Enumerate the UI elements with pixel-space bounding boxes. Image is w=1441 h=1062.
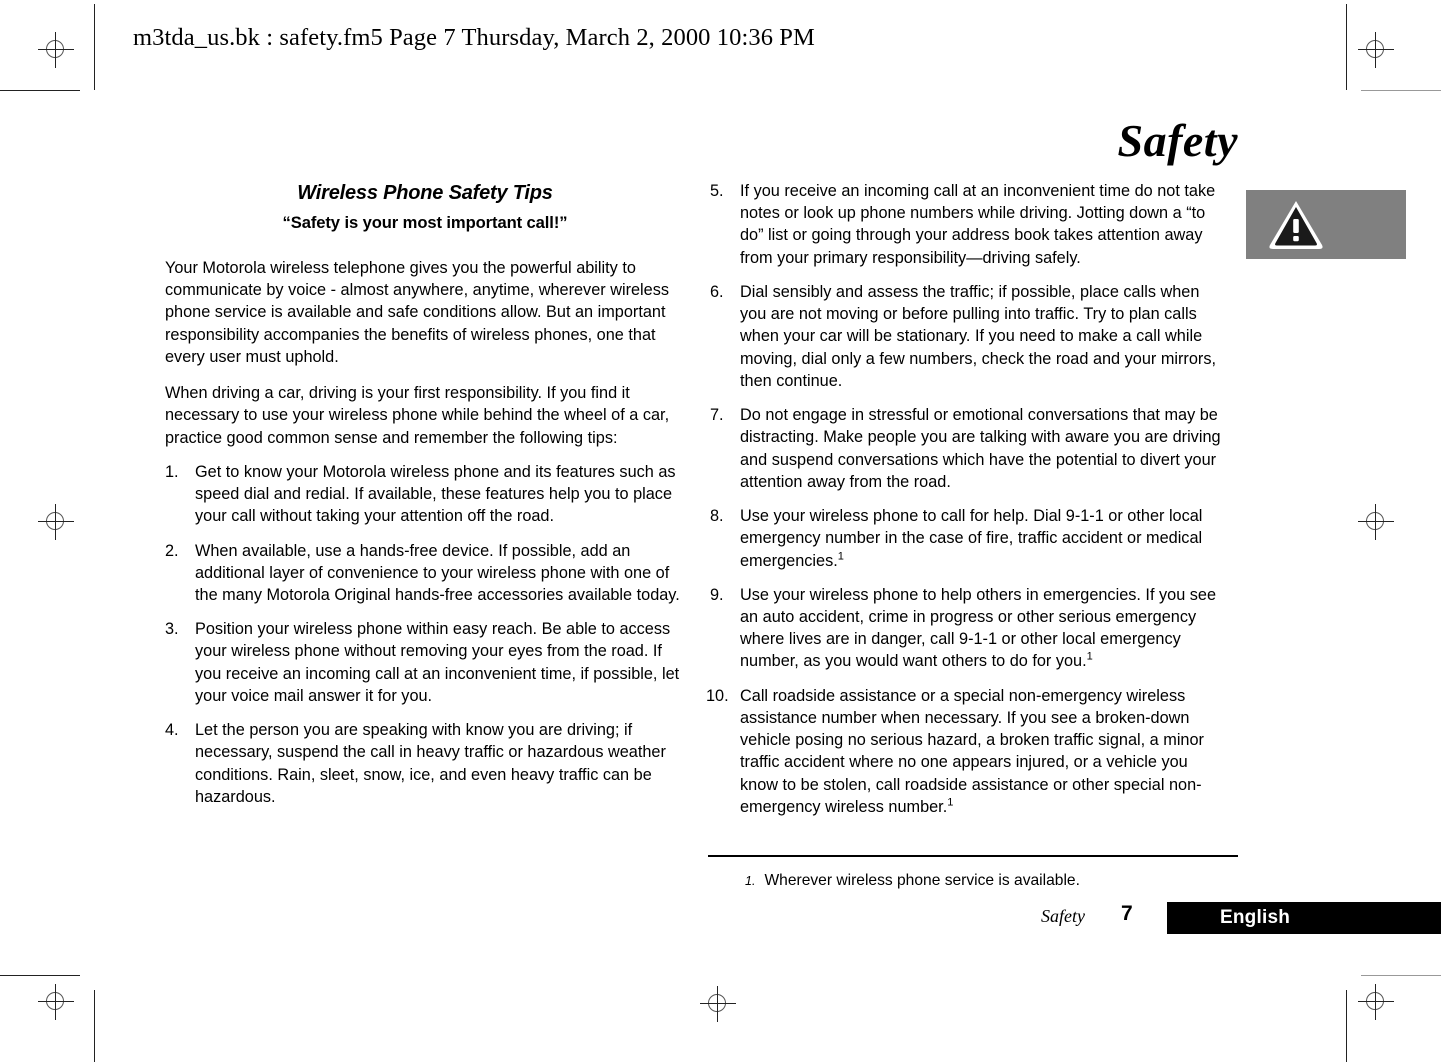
safety-tip-text: Do not engage in stressful or emotional … [740, 406, 1221, 491]
footnote: 1. Wherever wireless phone service is ava… [745, 872, 1245, 890]
safety-tip-text: If you receive an incoming call at an in… [740, 182, 1216, 267]
registration-mark-mid-left [38, 504, 74, 540]
page-canvas: m3tda_us.bk : safety.fm5 Page 7 Thursday… [0, 0, 1441, 1062]
registration-mark-top-right [1358, 32, 1394, 68]
crop-mark-bottom-left-vertical [94, 990, 95, 1062]
crop-mark-top-left-horizontal [0, 90, 80, 91]
footnote-text: Wherever wireless phone service is avail… [764, 872, 1080, 889]
section-heading: Wireless Phone Safety Tips [297, 182, 553, 204]
crop-mark-bottom-right-horizontal [1361, 975, 1441, 976]
crop-mark-bottom-left-horizontal [0, 975, 80, 976]
crop-mark-top-left-vertical [94, 4, 95, 90]
intro-paragraph-2: When driving a car, driving is your firs… [165, 384, 670, 447]
safety-tip-number: 2. [165, 541, 179, 560]
safety-tip-text: Use your wireless phone to help others i… [740, 585, 1217, 671]
footnote-marker: 1. [745, 874, 756, 888]
footnote-reference: 1 [837, 550, 844, 563]
safety-tip-item: 7. Do not engage in stressful or emotiona… [710, 404, 1230, 493]
safety-tip-number: 6. [710, 282, 724, 301]
safety-tip-number: 5. [710, 182, 724, 200]
registration-mark-bottom-center [700, 986, 736, 1022]
safety-tip-number: 3. [165, 620, 179, 639]
crop-mark-top-right-vertical [1346, 4, 1347, 90]
safety-tip-text: Use your wireless phone to call for help… [740, 507, 1203, 570]
safety-tip-number: 7. [710, 406, 724, 425]
safety-tip-number: 1. [165, 462, 179, 481]
footnote-separator-rule [708, 855, 1238, 857]
safety-tip-number: 8. [710, 507, 724, 526]
safety-tip-item: 4. Let the person you are speaking with k… [165, 719, 685, 808]
chapter-running-head: Safety [1117, 115, 1238, 166]
safety-tip-text: Dial sensibly and assess the traffic; if… [740, 282, 1216, 390]
intro-paragraph-1: Your Motorola wireless telephone gives y… [165, 258, 670, 366]
registration-mark-bottom-left [38, 984, 74, 1020]
footer-chapter-name: Safety [1041, 906, 1085, 926]
safety-tip-number: 4. [165, 721, 179, 740]
printer-slug-line: m3tda_us.bk : safety.fm5 Page 7 Thursday… [133, 24, 815, 51]
registration-mark-bottom-right [1358, 984, 1394, 1020]
safety-tips-list-left: 1. Get to know your Motorola wireless pho… [165, 461, 685, 808]
safety-tip-item: 1. Get to know your Motorola wireless pho… [165, 461, 685, 528]
language-label: English [1220, 907, 1291, 928]
safety-tip-text: Get to know your Motorola wireless phone… [195, 462, 676, 526]
safety-tip-item: 9. Use your wireless phone to help others… [710, 584, 1230, 673]
crop-mark-bottom-right-vertical [1346, 990, 1347, 1062]
safety-tip-item: 5. If you receive an incoming call at an … [710, 180, 1230, 269]
footnote-reference: 1 [947, 796, 954, 809]
footnote-reference: 1 [1086, 651, 1093, 664]
section-subheading: “Safety is your most important call!” [282, 213, 568, 233]
safety-tip-item: 10. Call roadside assistance or a special… [706, 685, 1230, 818]
safety-tip-text: Position your wireless phone within easy… [195, 620, 680, 705]
language-bar: English [1167, 902, 1441, 934]
safety-tip-item: 8. Use your wireless phone to call for he… [710, 505, 1230, 572]
safety-tip-item: 3. Position your wireless phone within ea… [165, 618, 685, 707]
safety-tip-text: When available, use a hands-free device.… [195, 541, 680, 604]
registration-mark-top-left [38, 32, 74, 68]
warning-icon-panel [1246, 190, 1406, 259]
safety-tip-item: 6. Dial sensibly and assess the traffic; … [710, 281, 1230, 392]
safety-tip-text: Let the person you are speaking with kno… [195, 721, 666, 806]
registration-mark-mid-right [1358, 504, 1394, 540]
safety-tip-text: Call roadside assistance or a special no… [740, 686, 1204, 816]
left-column: Wireless Phone Safety Tips “Safety is yo… [165, 180, 685, 808]
safety-tip-number: 10. [706, 686, 729, 705]
crop-mark-top-right-horizontal [1361, 90, 1441, 91]
safety-tips-list-right: 5. If you receive an incoming call at an … [706, 180, 1230, 818]
safety-tip-item: 2. When available, use a hands-free devic… [165, 540, 685, 607]
safety-tip-number: 9. [710, 585, 724, 604]
right-column: 5. If you receive an incoming call at an … [706, 180, 1230, 818]
warning-triangle-icon [1269, 201, 1323, 249]
footer-page-number: 7 [1121, 902, 1133, 925]
